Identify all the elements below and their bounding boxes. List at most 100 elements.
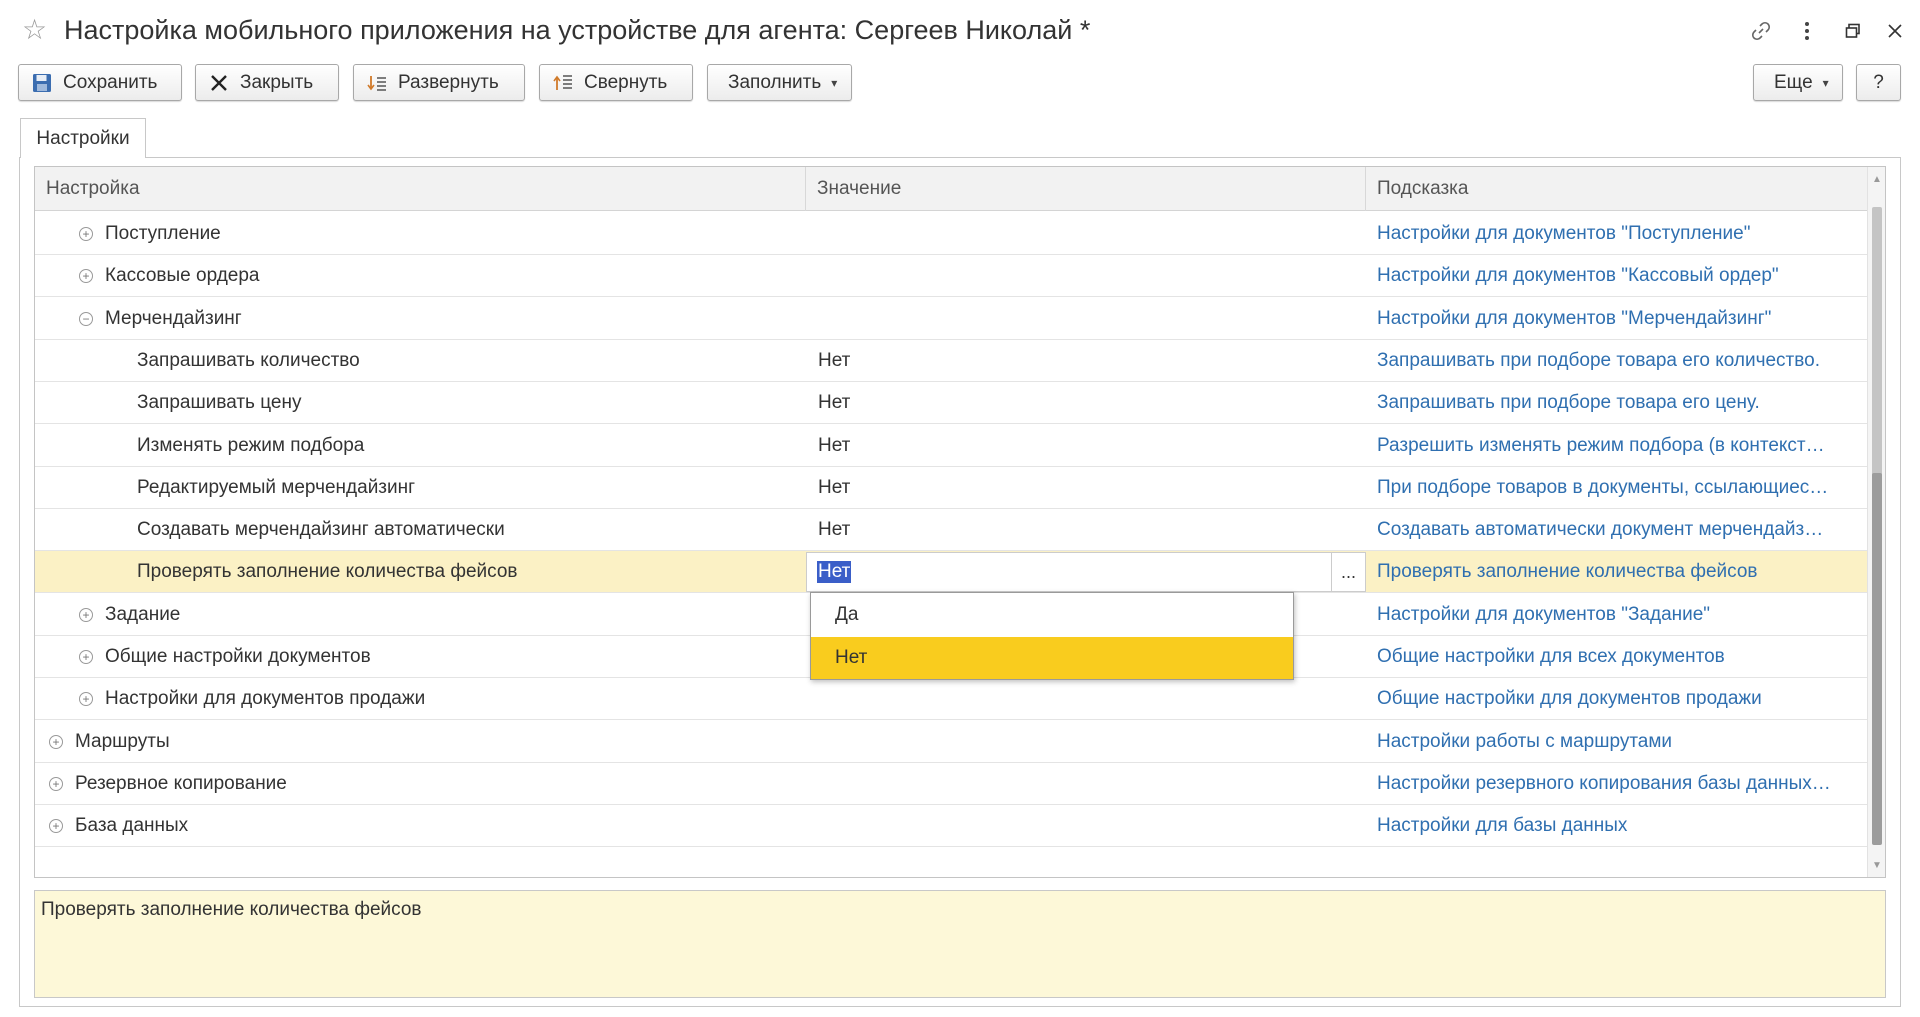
setting-hint-cell: Настройки для документов "Мерчендайзинг": [1377, 307, 1772, 329]
fill-dropdown-button[interactable]: Заполнить ▾: [707, 64, 852, 101]
expand-plus-icon[interactable]: +: [49, 819, 63, 834]
setting-name: Поступление: [105, 223, 221, 244]
restore-icon[interactable]: [1836, 14, 1870, 48]
setting-name: Запрашивать количество: [137, 349, 360, 371]
more-button[interactable]: Еще ▾: [1753, 64, 1843, 101]
setting-name-cell[interactable]: Редактируемый мерчендайзинг: [35, 467, 805, 509]
description-field[interactable]: Проверять заполнение количества фейсов: [34, 890, 1886, 998]
expand-plus-icon[interactable]: +: [79, 650, 93, 664]
setting-name-cell[interactable]: + Кассовые ордера: [35, 255, 805, 297]
setting-name-cell[interactable]: − Мерчендайзинг: [35, 298, 805, 340]
table-row[interactable]: Запрашивать цену Нет Запрашивать при подбо…: [35, 382, 1867, 425]
column-header-hint[interactable]: Подсказка: [1366, 167, 1867, 211]
setting-value-cell[interactable]: [806, 763, 1366, 805]
toolbar: Сохранить Закрыть Развернуть Свернуть За…: [0, 62, 1920, 108]
column-header-setting[interactable]: Настройка: [35, 167, 806, 211]
setting-name-cell[interactable]: + База данных: [35, 805, 805, 847]
setting-name: Мерчендайзинг: [105, 307, 242, 329]
setting-hint-cell: Запрашивать при подборе товара его цену.: [1377, 392, 1760, 414]
setting-name: Запрашивать цену: [137, 392, 302, 414]
expand-button[interactable]: Развернуть: [353, 64, 525, 101]
expand-plus-icon[interactable]: +: [49, 776, 63, 791]
collapse-minus-icon[interactable]: −: [79, 311, 93, 326]
save-button[interactable]: Сохранить: [18, 64, 182, 101]
table-row[interactable]: + Кассовые ордера Настройки для документов…: [35, 255, 1867, 298]
setting-name: Изменять режим подбора: [137, 434, 365, 456]
setting-hint-cell: Настройки для базы данных: [1377, 815, 1628, 837]
setting-value-cell[interactable]: [806, 721, 1366, 763]
value-input[interactable]: Нет: [806, 552, 1331, 593]
description-text: Проверять заполнение количества фейсов: [41, 899, 422, 920]
setting-value-cell[interactable]: Нет: [806, 340, 1366, 382]
dropdown-option-yes[interactable]: Да: [811, 594, 1293, 636]
setting-value-cell[interactable]: Нет: [806, 467, 1366, 509]
help-label: ?: [1873, 71, 1884, 93]
scroll-down-icon[interactable]: ▼: [1868, 855, 1885, 875]
setting-name-cell[interactable]: + Резервное копирование: [35, 763, 805, 805]
setting-name: Маршруты: [75, 730, 170, 752]
select-ellipsis-button[interactable]: ...: [1331, 552, 1366, 593]
table-row[interactable]: + Поступление Настройки для документов "По…: [35, 213, 1867, 255]
setting-hint-cell: Проверять заполнение количества фейсов: [1377, 561, 1758, 583]
floppy-disk-icon: [31, 72, 53, 94]
setting-value-cell[interactable]: [806, 805, 1366, 847]
table-row[interactable]: − Мерчендайзинг Настройки для документов "…: [35, 298, 1867, 340]
close-icon[interactable]: [1878, 14, 1912, 48]
collapse-button[interactable]: Свернуть: [539, 64, 693, 101]
setting-value-cell[interactable]: [806, 298, 1366, 340]
table-row[interactable]: Редактируемый мерчендайзинг Нет При подбор…: [35, 467, 1867, 509]
dropdown-option-no[interactable]: Нет: [811, 637, 1293, 679]
setting-hint-cell: Запрашивать при подборе товара его колич…: [1377, 349, 1820, 371]
expand-plus-icon[interactable]: +: [79, 269, 93, 284]
tab-settings[interactable]: Настройки: [20, 118, 146, 158]
setting-value-cell[interactable]: Нет: [806, 382, 1366, 424]
setting-name-cell[interactable]: Проверять заполнение количества фейсов: [35, 551, 805, 593]
scrollbar-thumb[interactable]: [1872, 473, 1882, 845]
more-icon[interactable]: [1790, 14, 1824, 48]
scroll-up-icon[interactable]: ▲: [1868, 169, 1885, 189]
star-icon[interactable]: ☆: [22, 14, 47, 46]
setting-hint-cell: Разрешить изменять режим подбора (в конт…: [1377, 434, 1825, 456]
table-row[interactable]: + Резервное копирование Настройки резервно…: [35, 763, 1867, 805]
table-row[interactable]: Изменять режим подбора Нет Разрешить измен…: [35, 425, 1867, 467]
expand-label: Развернуть: [398, 71, 499, 93]
setting-name-cell[interactable]: Запрашивать количество: [35, 340, 805, 382]
setting-value-cell[interactable]: [806, 213, 1366, 255]
more-label: Еще: [1774, 71, 1813, 93]
setting-value-cell[interactable]: Нет: [806, 425, 1366, 467]
link-icon[interactable]: [1744, 14, 1778, 48]
chevron-down-icon: ▾: [831, 75, 838, 90]
close-x-icon: [208, 72, 230, 94]
help-button[interactable]: ?: [1856, 64, 1901, 101]
setting-value-cell[interactable]: [806, 678, 1366, 720]
setting-name: Задание: [105, 603, 181, 625]
setting-name-cell[interactable]: + Поступление: [35, 213, 805, 255]
setting-name-cell[interactable]: Изменять режим подбора: [35, 425, 805, 467]
setting-name-cell[interactable]: + Общие настройки документов: [35, 636, 805, 678]
expand-plus-icon[interactable]: +: [49, 734, 63, 749]
expand-plus-icon[interactable]: +: [79, 607, 93, 622]
table-row[interactable]: + Настройки для документов продажи Общие н…: [35, 678, 1867, 721]
setting-name-cell[interactable]: Запрашивать цену: [35, 382, 805, 424]
expand-plus-icon[interactable]: +: [79, 692, 93, 707]
close-button[interactable]: Закрыть: [195, 64, 339, 101]
settings-table: Настройка Значение Подсказка + Поступлени…: [34, 166, 1886, 878]
table-row[interactable]: + Маршруты Настройки работы с маршрутами: [35, 721, 1867, 763]
table-row[interactable]: Создавать мерчендайзинг автоматически Нет…: [35, 509, 1867, 552]
setting-hint-cell: Настройки для документов "Задание": [1377, 603, 1711, 625]
vertical-scrollbar[interactable]: ▲ ▼: [1867, 167, 1885, 877]
setting-name-cell[interactable]: Создавать мерчендайзинг автоматически: [35, 509, 805, 551]
table-row[interactable]: Проверять заполнение количества фейсов Не…: [35, 551, 1867, 594]
expand-plus-icon[interactable]: +: [79, 227, 93, 241]
setting-value-cell[interactable]: Нет: [806, 509, 1366, 551]
column-header-value[interactable]: Значение: [806, 167, 1366, 211]
setting-name: Создавать мерчендайзинг автоматически: [137, 519, 505, 541]
setting-name-cell[interactable]: + Маршруты: [35, 721, 805, 763]
setting-name-cell[interactable]: + Задание: [35, 594, 805, 636]
setting-name-cell[interactable]: + Настройки для документов продажи: [35, 678, 805, 720]
setting-value-cell[interactable]: [806, 255, 1366, 297]
setting-hint-cell: Общие настройки для всех документов: [1377, 646, 1725, 667]
setting-name: Кассовые ордера: [105, 265, 260, 287]
table-row[interactable]: + База данных Настройки для базы данных: [35, 805, 1867, 848]
table-row[interactable]: Запрашивать количество Нет Запрашивать при…: [35, 340, 1867, 382]
